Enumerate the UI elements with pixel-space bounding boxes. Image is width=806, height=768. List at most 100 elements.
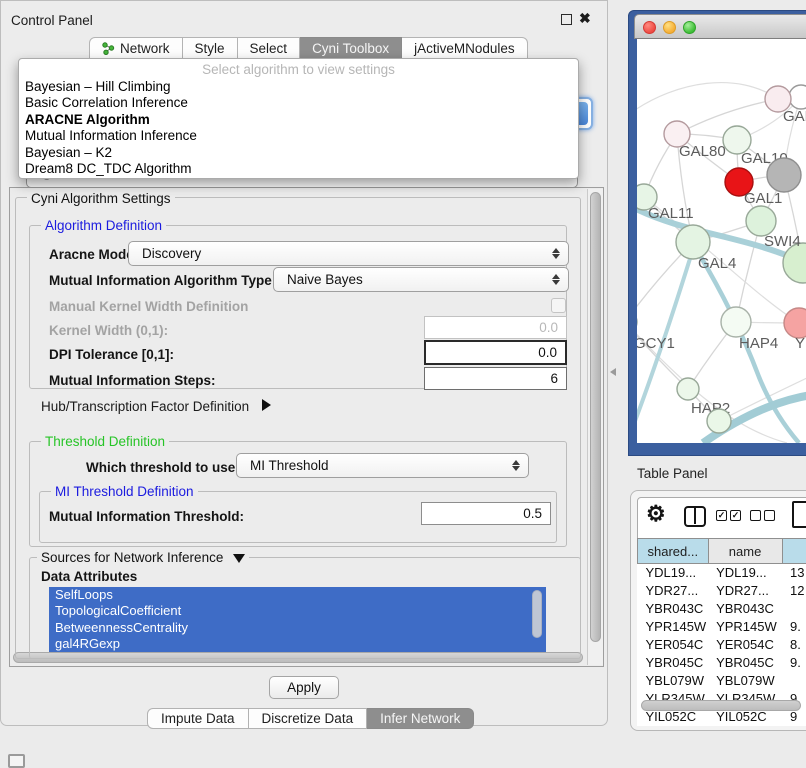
- data-attributes-label: Data Attributes: [41, 569, 137, 584]
- algorithm-option[interactable]: Bayesian – K2: [19, 145, 578, 161]
- table-row[interactable]: YDL19...YDL19...13: [638, 564, 806, 582]
- which-threshold-combo[interactable]: MI Threshold: [236, 453, 529, 478]
- table-cell[interactable]: YBR043C: [638, 600, 709, 618]
- mi-steps-label: Mutual Information Steps:: [49, 373, 216, 388]
- table-cell[interactable]: YBR043C: [708, 600, 782, 618]
- close-traffic-light-icon[interactable]: [643, 21, 656, 34]
- node-label: GAL1: [744, 190, 782, 207]
- deselect-all-checkbox-icon[interactable]: [764, 510, 775, 521]
- algorithm-option[interactable]: Mutual Information Inference: [19, 128, 578, 144]
- table-cell[interactable]: YBL079W: [708, 672, 782, 690]
- network-node-hap4[interactable]: [721, 307, 751, 337]
- table-cell[interactable]: 8.: [782, 636, 806, 654]
- gear-icon[interactable]: ⚙: [646, 501, 666, 527]
- table-cell[interactable]: YDR27...: [638, 582, 709, 600]
- attribute-list-item[interactable]: gal4RGexp: [49, 636, 546, 652]
- table-cell[interactable]: 12: [782, 582, 806, 600]
- attribute-list-item[interactable]: SelfLoops: [49, 587, 546, 603]
- network-node-hap2[interactable]: [677, 378, 699, 400]
- close-icon[interactable]: ✖: [579, 10, 591, 27]
- deselect-all-checkbox-icon[interactable]: [750, 510, 761, 521]
- table-row[interactable]: YBR043CYBR043C: [638, 600, 806, 618]
- tab-discretize-data[interactable]: Discretize Data: [249, 708, 368, 729]
- algorithm-option[interactable]: Dream8 DC_TDC Algorithm: [19, 161, 578, 177]
- attribute-list-item[interactable]: TopologicalCoefficient: [49, 603, 546, 619]
- tab-cyni-toolbox[interactable]: Cyni Toolbox: [300, 37, 402, 59]
- network-node-gal1[interactable]: [767, 158, 801, 192]
- table-row[interactable]: YER054CYER054C8.: [638, 636, 806, 654]
- table-cell[interactable]: 9.: [782, 618, 806, 636]
- table-cell[interactable]: YDL19...: [708, 564, 782, 582]
- data-attributes-list[interactable]: SelfLoopsTopologicalCoefficientBetweenne…: [49, 587, 546, 652]
- network-node[interactable]: [746, 206, 776, 236]
- column-header-shared...[interactable]: shared...: [638, 539, 709, 564]
- network-node-gal4[interactable]: [676, 225, 710, 259]
- node-label: GAL80: [679, 143, 726, 160]
- table-cell[interactable]: YPR145W: [638, 618, 709, 636]
- column-header-name[interactable]: name: [708, 539, 782, 564]
- network-node[interactable]: [707, 409, 731, 433]
- aracne-mode-combo[interactable]: Discovery: [128, 241, 569, 266]
- table-row[interactable]: YBL079WYBL079W: [638, 672, 806, 690]
- network-window-titlebar[interactable]: [634, 14, 806, 39]
- table-cell[interactable]: YDL19...: [638, 564, 709, 582]
- network-edge[interactable]: [677, 99, 778, 134]
- table-cell[interactable]: YBR045C: [638, 654, 709, 672]
- table-cell[interactable]: YER054C: [638, 636, 709, 654]
- kernel-width-field[interactable]: 0.0: [424, 316, 567, 339]
- network-canvas[interactable]: GALGAL80GAL10GAL1GAL11GAL4SWI4GCY1HAP4YH…: [637, 39, 806, 443]
- hub-section-toggle[interactable]: Hub/Transcription Factor Definition: [41, 399, 271, 414]
- tab-network[interactable]: Network: [89, 37, 183, 59]
- network-node-y[interactable]: [784, 308, 806, 338]
- manual-kernel-checkbox[interactable]: [551, 298, 566, 313]
- minimize-traffic-light-icon[interactable]: [663, 21, 676, 34]
- algorithm-option[interactable]: Basic Correlation Inference: [19, 95, 578, 111]
- column-layout-icon[interactable]: [684, 506, 706, 527]
- list-scrollbar-thumb[interactable]: [532, 590, 542, 638]
- table-cell[interactable]: 13: [782, 564, 806, 582]
- tab-jactivemnodules[interactable]: jActiveMNodules: [402, 37, 528, 59]
- expanded-arrow-icon[interactable]: [233, 554, 245, 563]
- attribute-list-item[interactable]: BetweennessCentrality: [49, 620, 546, 636]
- zoom-traffic-light-icon[interactable]: [683, 21, 696, 34]
- mi-steps-field[interactable]: 6: [424, 367, 567, 390]
- table-row[interactable]: YBR045CYBR045C9.: [638, 654, 806, 672]
- algorithm-option[interactable]: Bayesian – Hill Climbing: [19, 79, 578, 95]
- popup-hint: Select algorithm to view settings: [19, 62, 578, 79]
- tab-impute-data[interactable]: Impute Data: [147, 708, 249, 729]
- network-edge[interactable]: [637, 322, 688, 389]
- algorithm-option[interactable]: ARACNE Algorithm: [19, 112, 578, 128]
- table-cell[interactable]: YBL079W: [638, 672, 709, 690]
- screen: { "window": { "title": "Control Panel" }…: [0, 0, 806, 762]
- table-hscrollbar-thumb[interactable]: [641, 700, 801, 711]
- table-cell[interactable]: YBR045C: [708, 654, 782, 672]
- collapsed-arrow-icon[interactable]: [262, 399, 271, 411]
- table-row[interactable]: YDR27...YDR27...12: [638, 582, 806, 600]
- splitpane-grip-icon[interactable]: [610, 368, 616, 376]
- table-cell[interactable]: YPR145W: [708, 618, 782, 636]
- mi-threshold-field[interactable]: 0.5: [421, 502, 551, 525]
- apply-button[interactable]: Apply: [269, 676, 339, 699]
- sources-group-title[interactable]: Sources for Network Inference: [37, 550, 249, 565]
- tab-style[interactable]: Style: [183, 37, 238, 59]
- table-cell[interactable]: [782, 672, 806, 690]
- table-cell[interactable]: [782, 600, 806, 618]
- node-attribute-table[interactable]: shared...name YDL19...YDL19...13YDR27...…: [637, 538, 806, 726]
- table-cell[interactable]: 9.: [782, 654, 806, 672]
- column-header-cut[interactable]: [782, 539, 806, 564]
- table-cell[interactable]: YDR27...: [708, 582, 782, 600]
- float-window-icon[interactable]: [561, 14, 572, 25]
- mi-type-combo[interactable]: Naive Bayes: [273, 267, 569, 292]
- node-label: GAL4: [698, 255, 736, 272]
- tab-select[interactable]: Select: [238, 37, 301, 59]
- table-cell[interactable]: YER054C: [708, 636, 782, 654]
- document-icon[interactable]: [792, 501, 806, 528]
- vertical-scrollbar-thumb[interactable]: [590, 192, 601, 642]
- table-row[interactable]: YPR145WYPR145W9.: [638, 618, 806, 636]
- corner-widget-icon[interactable]: [8, 754, 25, 768]
- tab-infer-network[interactable]: Infer Network: [367, 708, 474, 729]
- select-all-checkbox-icon[interactable]: ✓: [716, 510, 727, 521]
- dpi-tolerance-field[interactable]: 0.0: [424, 340, 567, 365]
- network-edge[interactable]: [637, 83, 778, 112]
- select-all-checkbox-icon[interactable]: ✓: [730, 510, 741, 521]
